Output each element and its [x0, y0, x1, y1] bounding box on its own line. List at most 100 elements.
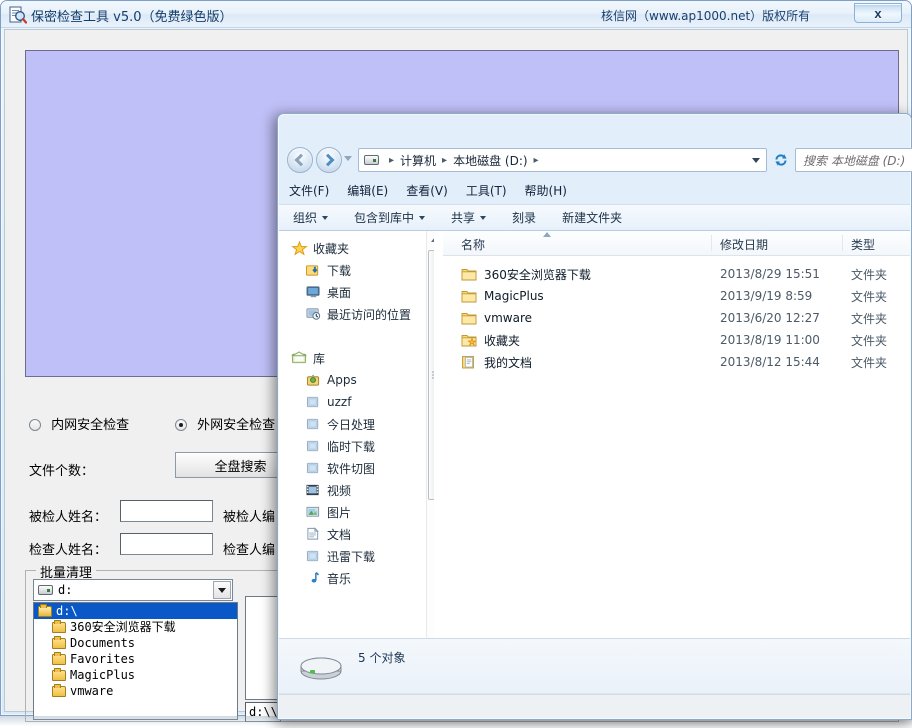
tree-item-label: Favorites [70, 652, 136, 666]
scrollbar-thumb[interactable] [428, 250, 434, 500]
inspector-name-input[interactable] [120, 533, 213, 555]
drive-select-value: d: [58, 583, 73, 597]
folder-icon [52, 667, 66, 681]
folder-icon [461, 289, 477, 303]
tree-item[interactable]: MagicPlus [34, 667, 237, 683]
file-type-cell: 文件夹 [851, 311, 888, 326]
sidebar-item-downloads[interactable]: 下载 [279, 259, 434, 281]
navigation-pane-scrollbar[interactable] [426, 231, 434, 663]
navigation-pane[interactable]: 收藏夹 下载 桌面 最近访问的位置 库 Apps uzzf 今日处理 临时下载 … [279, 231, 434, 663]
menu-edit[interactable]: 编辑(E) [347, 182, 388, 199]
chevron-down-icon [419, 215, 426, 220]
tree-item[interactable]: 360安全浏览器下载 [34, 619, 237, 635]
menu-help[interactable]: 帮助(H) [525, 182, 567, 199]
inspected-id-label: 被检人编 [223, 510, 276, 525]
documents-library-icon [305, 526, 322, 542]
toolbar-include-label: 包含到库中 [354, 211, 415, 225]
table-row[interactable]: 收藏夹 2013/8/19 11:00 文件夹 [443, 329, 910, 351]
sidebar-item-thunder-download[interactable]: 迅雷下载 [279, 545, 434, 567]
documents-folder-icon [461, 355, 477, 369]
sidebar-item-libraries[interactable]: 库 [279, 347, 434, 369]
chevron-down-icon[interactable] [213, 581, 231, 599]
sidebar-label: 图片 [327, 505, 352, 520]
sidebar-item-favorites[interactable]: 收藏夹 [279, 237, 434, 259]
selected-files-list[interactable] [245, 596, 281, 700]
sidebar-item-software-screenshots[interactable]: 软件切图 [279, 457, 434, 479]
tree-item[interactable]: Favorites [34, 651, 237, 667]
column-header-name[interactable]: 名称 [461, 236, 485, 253]
toolbar-new-folder[interactable]: 新建文件夹 [562, 209, 622, 226]
file-name-cell: vmware [461, 311, 532, 325]
folder-icon [461, 267, 477, 281]
full-scan-button-label: 全盘搜索 [214, 459, 267, 475]
sidebar-item-music[interactable]: 音乐 [279, 567, 434, 589]
sidebar-item-pictures[interactable]: 图片 [279, 501, 434, 523]
address-bar[interactable]: ▸ 计算机 ▸ 本地磁盘 (D:) ▸ [358, 148, 767, 172]
column-header-type[interactable]: 类型 [851, 236, 875, 253]
toolbar-burn[interactable]: 刻录 [512, 209, 536, 226]
tree-item[interactable]: vmware [34, 683, 237, 699]
table-row[interactable]: 360安全浏览器下载 2013/8/29 15:51 文件夹 [443, 263, 910, 285]
sidebar-item-apps[interactable]: Apps [279, 369, 434, 391]
inspected-name-input[interactable] [120, 500, 213, 522]
tree-item[interactable]: Documents [34, 635, 237, 651]
back-arrow-icon[interactable] [287, 147, 313, 173]
address-chevron-down-icon[interactable] [752, 157, 760, 163]
library-folder-icon [305, 461, 322, 476]
sidebar-item-temp-download[interactable]: 临时下载 [279, 435, 434, 457]
file-name-text: 收藏夹 [484, 333, 521, 348]
forward-arrow-icon[interactable] [316, 147, 342, 173]
table-row[interactable]: vmware 2013/6/20 12:27 文件夹 [443, 307, 910, 329]
search-input[interactable]: 搜索 本地磁盘 (D:) [795, 148, 912, 172]
radio-extranet-check[interactable]: 外网安全检查 [175, 414, 275, 433]
sidebar-item-today-processing[interactable]: 今日处理 [279, 413, 434, 435]
drive-select[interactable]: d: [33, 579, 233, 601]
sidebar-label: 库 [313, 351, 326, 366]
folder-tree[interactable]: d:\ 360安全浏览器下载 Documents Favorites Magic… [33, 602, 238, 720]
menu-tools[interactable]: 工具(T) [466, 182, 507, 199]
menu-view[interactable]: 查看(V) [406, 182, 448, 199]
sidebar-item-desktop[interactable]: 桌面 [279, 281, 434, 303]
scroll-up-arrow-icon[interactable] [427, 231, 434, 248]
sidebar-item-uzzf[interactable]: uzzf [279, 391, 434, 413]
sidebar-label: 下载 [327, 263, 352, 278]
tree-item-root[interactable]: d:\ [34, 603, 237, 619]
breadcrumb-computer[interactable]: 计算机 [399, 152, 437, 169]
recent-places-icon [305, 307, 322, 322]
library-folder-icon [305, 439, 322, 454]
table-row[interactable]: MagicPlus 2013/9/19 8:59 文件夹 [443, 285, 910, 307]
recent-pages-chevron-down-icon[interactable] [344, 156, 355, 165]
radio-mark-intranet [29, 419, 41, 431]
sidebar-label: 临时下载 [327, 439, 376, 454]
chevron-down-icon [322, 215, 329, 220]
explorer-bottom-strip [279, 694, 910, 718]
column-divider[interactable] [711, 235, 712, 251]
table-row[interactable]: 我的文档 2013/8/12 15:44 文件夹 [443, 351, 910, 373]
toolbar-include-in-library[interactable]: 包含到库中 [354, 209, 426, 226]
radio-intranet-check[interactable]: 内网安全检查 [29, 414, 129, 433]
file-name-text: vmware [484, 311, 533, 325]
refresh-icon[interactable] [771, 150, 791, 170]
close-button[interactable]: x [854, 3, 902, 23]
sidebar-item-videos[interactable]: 视频 [279, 479, 434, 501]
sidebar-item-documents[interactable]: 文档 [279, 523, 434, 545]
favorites-folder-icon [461, 333, 477, 347]
hard-drive-icon [300, 657, 342, 680]
explorer-titlebar[interactable] [278, 114, 911, 144]
sidebar-label: 收藏夹 [313, 241, 350, 256]
sidebar-label: 视频 [327, 483, 352, 498]
breadcrumb-local-disk[interactable]: 本地磁盘 (D:) [452, 152, 528, 169]
inspector-id-label: 检查人编 [223, 543, 276, 558]
library-folder-icon [305, 549, 322, 564]
file-name-cell: MagicPlus [461, 289, 544, 303]
file-list-pane[interactable]: 名称 修改日期 类型 360安全浏览器下载 2013/8/29 15:51 文件… [443, 231, 910, 663]
folder-icon [52, 619, 66, 633]
column-header-date[interactable]: 修改日期 [720, 236, 768, 253]
menu-file[interactable]: 文件(F) [289, 182, 329, 199]
column-divider[interactable] [842, 235, 843, 251]
toolbar-share[interactable]: 共享 [451, 209, 487, 226]
star-icon [291, 240, 308, 256]
toolbar-organize[interactable]: 组织 [293, 209, 329, 226]
file-name-cell: 我的文档 [461, 354, 532, 371]
sidebar-item-recent-places[interactable]: 最近访问的位置 [279, 303, 434, 325]
